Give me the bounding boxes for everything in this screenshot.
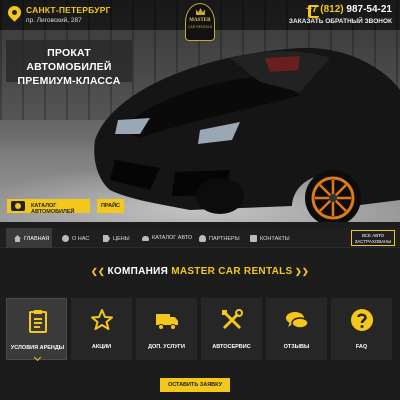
nav-item-prices[interactable]: ЦЕНЫ xyxy=(103,228,135,248)
city-name: САНКТ-ПЕТЕРБУРГ xyxy=(26,5,111,15)
nav-label: ПАРТНЕРЫ xyxy=(209,236,240,242)
info-icon xyxy=(62,235,69,242)
truck-icon xyxy=(156,314,178,330)
service-label: ДОП. УСЛУГИ xyxy=(148,344,185,350)
catalog-button[interactable]: КАТАЛОГ АВТОМОБИЛЕЙ xyxy=(7,199,90,215)
hero-banner: ПРОКАТ АВТОМОБИЛЕЙ ПРЕМИУМ-КЛАССА xyxy=(6,40,132,87)
service-tile-terms[interactable]: УСЛОВИЯ АРЕНДЫ xyxy=(6,298,67,362)
contacts-phone-icon xyxy=(250,235,257,242)
ornament-right-icon: ❯❯ xyxy=(292,267,310,276)
logo-subtext: CAR RENTALS xyxy=(187,25,213,29)
car-icon xyxy=(142,236,149,241)
home-icon xyxy=(14,235,21,242)
nav-label: ГЛАВНАЯ xyxy=(24,236,50,242)
crown-icon xyxy=(196,8,205,15)
service-tile-promotions[interactable]: АКЦИИ xyxy=(71,298,132,360)
banner-line-1: ПРОКАТ АВТОМОБИЛЕЙ xyxy=(26,47,112,73)
title-prefix: КОМПАНИЯ xyxy=(107,266,172,277)
service-tile-reviews[interactable]: ОТЗЫВЫ xyxy=(266,298,327,360)
service-label: АВТОСЕРВИС xyxy=(212,344,251,350)
catalog-button-label: КАТАЛОГ АВТОМОБИЛЕЙ xyxy=(31,203,75,215)
service-label: АКЦИИ xyxy=(91,344,112,350)
all-cars-insured-badge: ВСЕ АВТО ЗАСТРАХОВАНЫ xyxy=(351,230,395,246)
nav-item-home[interactable]: ГЛАВНАЯ xyxy=(6,228,52,248)
badge-line-2: ЗАСТРАХОВАНЫ xyxy=(354,239,392,244)
phone-prefix: +7 (812) xyxy=(306,4,347,15)
nav-item-partners[interactable]: ПАРТНЕРЫ xyxy=(199,228,245,248)
order-button[interactable]: ОСТАВИТЬ ЗАЯВКУ xyxy=(160,378,230,392)
service-label: УСЛОВИЯ АРЕНДЫ xyxy=(10,345,65,351)
camera-icon xyxy=(11,201,25,211)
service-tile-extra[interactable]: ДОП. УСЛУГИ xyxy=(136,298,197,360)
nav-label: ЦЕНЫ xyxy=(113,236,130,242)
main-nav: ГЛАВНАЯ О НАС ЦЕНЫ КАТАЛОГ АВТО ПАРТНЕРЫ… xyxy=(0,228,400,248)
service-label: FAQ xyxy=(355,344,368,350)
title-accent: MASTER CAR RENTALS xyxy=(171,266,293,277)
section-title: ❮❮ КОМПАНИЯ MASTER CAR RENTALS ❯❯ xyxy=(0,266,400,277)
logo-text: MASTER xyxy=(189,18,211,23)
phone-main: 987-54-21 xyxy=(346,4,392,15)
nav-label: О НАС xyxy=(72,236,90,242)
phone-number[interactable]: +7 (812) 987-54-21 xyxy=(306,4,392,15)
price-tag-icon xyxy=(103,235,110,242)
clipboard-icon xyxy=(29,310,47,333)
chevron-down-icon xyxy=(33,353,42,362)
service-tile-faq[interactable]: FAQ xyxy=(331,298,392,360)
hero-section: САНКТ-ПЕТЕРБУРГ пр. Лиговский, 287 MASTE… xyxy=(0,0,400,222)
ornament-left-icon: ❮❮ xyxy=(90,267,108,276)
banner-line-2: ПРЕМИУМ-КЛАССА xyxy=(17,75,121,87)
service-label: ОТЗЫВЫ xyxy=(283,344,310,350)
nav-item-catalog[interactable]: КАТАЛОГ АВТО xyxy=(142,228,194,248)
callback-link[interactable]: ЗАКАЗАТЬ ОБРАТНЫЙ ЗВОНОК xyxy=(289,18,392,25)
nav-item-about[interactable]: О НАС xyxy=(62,228,102,248)
nav-label: КАТАЛОГ АВТО xyxy=(152,235,193,241)
chat-icon xyxy=(286,312,309,329)
nav-item-contacts[interactable]: КОНТАКТЫ xyxy=(250,228,296,248)
price-button[interactable]: ПРАЙС xyxy=(97,199,124,213)
address: пр. Лиговский, 287 xyxy=(26,17,82,24)
partners-icon xyxy=(199,235,206,242)
nav-label: КОНТАКТЫ xyxy=(260,236,290,242)
service-tile-autoservice[interactable]: АВТОСЕРВИС xyxy=(201,298,262,360)
question-icon xyxy=(351,309,373,331)
services-grid: УСЛОВИЯ АРЕНДЫ АКЦИИ ДОП. УСЛУГИ АВТОСЕР… xyxy=(6,298,394,362)
tools-icon xyxy=(222,309,243,330)
logo[interactable]: MASTER CAR RENTALS xyxy=(185,3,215,41)
star-icon xyxy=(91,309,113,330)
